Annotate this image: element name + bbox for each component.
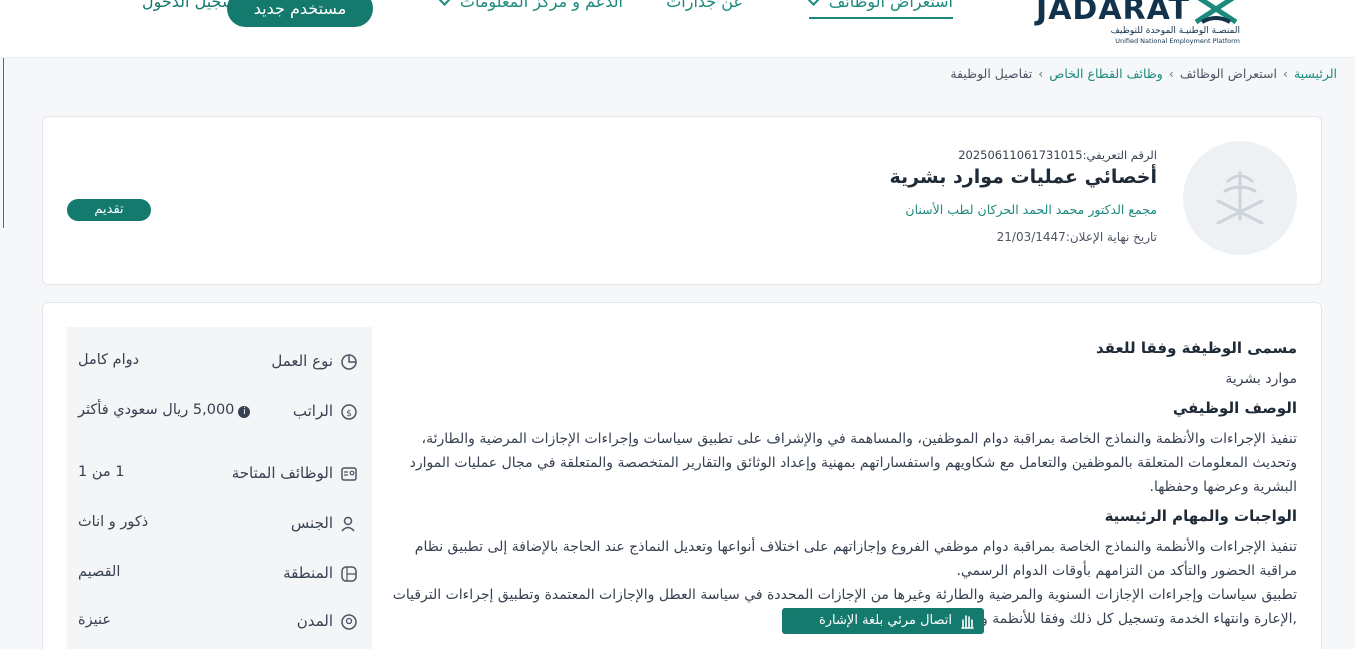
saudi-emblem-icon xyxy=(1216,171,1264,225)
sign-language-label: اتصال مرئي بلغة الإشارة xyxy=(818,613,952,628)
job-details-card: مسمى الوظيفة وفقا للعقد موارد بشرية الوص… xyxy=(42,302,1322,649)
breadcrumb-separator-icon: › xyxy=(1282,66,1288,81)
attr-value: i5,000 ريال سعودي فأكثر xyxy=(78,402,251,418)
job-attributes-panel: نوع العمل دوام كامل $ الراتب i5,000 ريال… xyxy=(67,327,372,649)
nav-browse-jobs[interactable]: استعراض الوظائف xyxy=(806,0,953,19)
id-card-icon xyxy=(341,467,357,481)
company-name-link[interactable]: مجمع الدكتور محمد الحمد الحركان لطب الأس… xyxy=(905,202,1157,217)
attr-salary: $ الراتب i5,000 ريال سعودي فأكثر xyxy=(78,401,358,431)
attr-value: عنيزة xyxy=(78,612,112,628)
attr-value: 1 من 1 xyxy=(78,464,125,480)
breadcrumb-current: تفاصيل الوظيفة xyxy=(950,66,1033,81)
job-id: الرقم التعريفي:20250611061731015 xyxy=(958,148,1157,162)
logo-wordmark: JADARAT xyxy=(1036,0,1190,27)
attr-label: المدن xyxy=(296,612,333,630)
job-header-card: الرقم التعريفي:20250611061731015 أخصائي … xyxy=(42,116,1322,285)
breadcrumb-private-sector[interactable]: وظائف القطاع الخاص xyxy=(1049,66,1163,81)
attr-value: القصيم xyxy=(78,564,121,580)
sign-language-call-button[interactable]: اتصال مرئي بلغة الإشارة xyxy=(782,608,984,634)
new-user-button[interactable]: مستخدم جديد xyxy=(227,0,373,27)
sign-language-hand-icon xyxy=(961,615,974,629)
attr-value: دوام كامل xyxy=(78,352,140,368)
job-title: أخصائي عمليات موارد بشرية xyxy=(889,166,1157,188)
jadarat-logo[interactable]: JADARAT المنصـة الوطنيـة الموحدة للتوظيف… xyxy=(1036,0,1250,48)
attr-label: نوع العمل xyxy=(271,352,333,370)
attr-label: الجنس xyxy=(290,514,333,532)
breadcrumb-home[interactable]: الرئيسية xyxy=(1294,66,1337,81)
logo-mark-icon xyxy=(1194,0,1238,25)
nav-browse-jobs-label: استعراض الوظائف xyxy=(828,0,953,11)
chevron-down-icon xyxy=(437,0,451,6)
chevron-down-icon xyxy=(806,0,820,6)
top-navbar: JADARAT المنصـة الوطنيـة الموحدة للتوظيف… xyxy=(0,0,1355,58)
logo-english-text: Unified National Employment Platform xyxy=(1115,37,1240,45)
breadcrumb: الرئيسية › استعراض الوظائف › وظائف القطاع ال… xyxy=(950,66,1337,81)
nav-about[interactable]: عن جدارات xyxy=(666,0,743,11)
breadcrumb-separator-icon: › xyxy=(1038,66,1044,81)
attr-label: الوظائف المتاحة xyxy=(231,464,333,482)
attr-cities: المدن عنيزة xyxy=(78,611,358,641)
logo-arabic-text: المنصـة الوطنيـة الموحدة للتوظيف xyxy=(1110,26,1240,36)
job-description-section: مسمى الوظيفة وفقا للعقد موارد بشرية الوص… xyxy=(377,339,1297,639)
attr-gender: الجنس ذكور و اناث xyxy=(78,513,358,543)
money-icon: $ xyxy=(341,404,357,420)
company-logo-placeholder xyxy=(1183,141,1297,255)
attr-value: ذكور و اناث xyxy=(78,514,149,530)
contract-title-value: موارد بشرية xyxy=(1225,371,1297,387)
breadcrumb-separator-icon: › xyxy=(1168,66,1174,81)
svg-text:$: $ xyxy=(346,409,352,419)
contract-title-heading: مسمى الوظيفة وفقا للعقد xyxy=(1095,339,1297,357)
nav-support-label: الدعم و مركز المعلومات xyxy=(459,0,623,11)
salary-value: 5,000 ريال سعودي فأكثر xyxy=(78,402,235,418)
job-description-text: تنفيذ الإجراءات والأنظمة والنماذج الخاصة… xyxy=(409,431,1297,495)
login-link[interactable]: تسجيل الدخول xyxy=(142,0,241,11)
attr-label: المنطقة xyxy=(283,564,333,582)
attr-region: المنطقة القصيم xyxy=(78,563,358,593)
apply-button[interactable]: تقديم xyxy=(67,199,151,221)
nav-about-label: عن جدارات xyxy=(666,0,743,11)
left-accent-line xyxy=(3,58,4,228)
duties-heading: الواجبات والمهام الرئيسية xyxy=(1104,507,1297,525)
gender-icon xyxy=(341,516,355,532)
breadcrumb-browse-jobs[interactable]: استعراض الوظائف xyxy=(1180,66,1277,81)
ad-deadline: تاريخ نهاية الإعلان:21/03/1447 xyxy=(996,230,1157,244)
map-icon xyxy=(341,566,357,582)
pie-chart-icon xyxy=(341,354,357,370)
duty-item: تنفيذ الإجراءات والأنظمة والنماذج الخاصة… xyxy=(414,539,1297,579)
info-icon[interactable]: i xyxy=(238,406,251,418)
attr-work-type: نوع العمل دوام كامل xyxy=(78,351,358,381)
attr-available-jobs: الوظائف المتاحة 1 من 1 xyxy=(78,463,358,493)
location-icon xyxy=(341,614,357,630)
nav-support[interactable]: الدعم و مركز المعلومات xyxy=(437,0,623,11)
job-description-heading: الوصف الوظيفي xyxy=(1172,399,1297,417)
attr-label: الراتب xyxy=(292,402,333,420)
